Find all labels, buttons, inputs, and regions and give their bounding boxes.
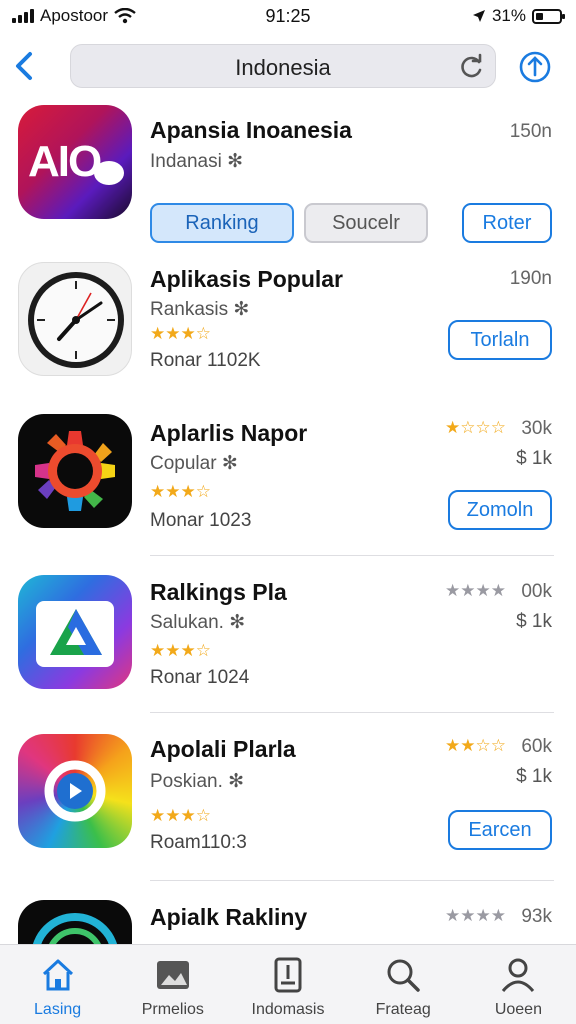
featured-app-subtitle: Indanasi ✻ <box>150 151 244 172</box>
app-row[interactable]: Aplikasis Popular Rankasis ✻ ★★★☆ Ronar … <box>0 260 576 390</box>
search-chip[interactable]: Soucelr <box>304 203 428 243</box>
app-row[interactable]: Ralkings Pla Salukan. ✻ ★★★☆ Ronar 1024 … <box>0 575 576 705</box>
search-query: Indonesia <box>235 55 331 80</box>
app-rating-stars: ★★☆☆ <box>445 736 506 755</box>
app-name: Ralkings Pla <box>150 579 287 605</box>
app-action-button[interactable]: Zomoln <box>448 490 552 530</box>
app-name: Apolali Plarla <box>150 736 296 762</box>
nav-bar: Indonesia <box>0 40 576 94</box>
status-right: 31% <box>472 6 565 26</box>
reload-icon[interactable] <box>457 53 485 81</box>
row-divider <box>150 712 554 713</box>
app-stars: ★★★☆ <box>150 806 211 825</box>
app-row[interactable]: Aplarlis Napor Copular ✻ ★★★☆ Monar 1023… <box>0 414 576 554</box>
color-gear-icon <box>18 414 132 528</box>
photo-icon <box>156 961 189 989</box>
filter-chip[interactable]: Roter <box>462 203 552 243</box>
swirl-icon <box>18 900 132 945</box>
app-stars: ★★★☆ <box>150 482 211 501</box>
tab-bar: Lasing Prmelios Indomasis Frateag Uoeen <box>0 944 576 1024</box>
app-subtitle: Rankasis ✻ <box>150 299 250 320</box>
app-rating-stars: ★★★★ <box>445 906 506 925</box>
app-name: Aplikasis Popular <box>150 266 344 292</box>
ranking-chip[interactable]: Ranking <box>150 203 294 243</box>
app-stars: ★★★☆ <box>150 324 211 343</box>
app-name: Apialk Rakliny <box>150 904 308 930</box>
battery-percent: 31% <box>491 6 526 25</box>
tab-documents[interactable]: Indomasis <box>230 945 345 1024</box>
chevron-left-icon <box>16 52 32 80</box>
featured-app-row[interactable]: AIO Apansia Inoanesia Indanasi ✻ 150n Ra… <box>0 105 576 255</box>
app-icon-blob <box>94 161 124 185</box>
tab-label: Uoeen <box>494 1001 542 1018</box>
app-icon-aio: AIO <box>18 105 132 219</box>
status-bar: Apostoor 91:25 31% <box>0 0 576 34</box>
app-subtitle: Copular ✻ <box>150 453 238 474</box>
app-count: 93k <box>521 906 552 927</box>
clock-icon <box>18 262 132 376</box>
tab-search[interactable]: Frateag <box>346 945 461 1024</box>
tab-label: Frateag <box>375 1001 431 1018</box>
row-divider <box>150 555 554 556</box>
tab-label: Lasing <box>34 1001 82 1018</box>
app-name: Aplarlis Napor <box>150 420 308 446</box>
back-button[interactable] <box>10 48 40 84</box>
rainbow-icon <box>18 734 132 848</box>
document-icon <box>274 957 302 993</box>
triangle-icon <box>18 575 132 689</box>
app-subtitle: Poskian. ✻ <box>150 771 245 792</box>
share-icon[interactable] <box>518 50 552 84</box>
app-list: AIO Apansia Inoanesia Indanasi ✻ 150n Ra… <box>0 100 576 945</box>
row-divider <box>150 880 554 881</box>
tab-label: Prmelios <box>141 1001 204 1018</box>
app-rating-stars: ★☆☆☆ <box>445 418 506 437</box>
app-rating-stars: ★★★★ <box>445 581 506 600</box>
location-arrow-icon <box>472 10 485 22</box>
app-price: $ 1k <box>516 766 552 787</box>
person-icon <box>502 958 535 992</box>
app-stars: ★★★☆ <box>150 641 211 660</box>
app-meta: Ronar 1024 <box>150 667 250 688</box>
app-meta: Ronar 1102K <box>150 350 261 371</box>
featured-app-name: Apansia Inoanesia <box>150 117 352 143</box>
app-action-button[interactable]: Torlaln <box>448 320 552 360</box>
tab-profile[interactable]: Uoeen <box>461 945 576 1024</box>
app-count: 00k <box>521 581 552 602</box>
home-icon <box>42 959 73 991</box>
app-count: 60k <box>521 736 552 757</box>
app-icon-text: AIO <box>28 137 102 186</box>
battery-icon <box>532 8 565 24</box>
app-count: 30k <box>521 418 552 439</box>
app-meta: Monar 1023 <box>150 510 252 531</box>
app-meta: Roam110:3 <box>150 832 247 853</box>
tab-photos[interactable]: Prmelios <box>115 945 230 1024</box>
app-action-button[interactable]: Earcen <box>448 810 552 850</box>
featured-app-count: 150n <box>509 121 552 142</box>
search-icon <box>387 959 420 992</box>
tab-home[interactable]: Lasing <box>0 945 115 1024</box>
tab-label: Indomasis <box>251 1001 325 1018</box>
battery-fill <box>536 12 543 20</box>
app-subtitle: Salukan. ✻ <box>150 612 246 633</box>
app-row[interactable]: Apialk Rakliny ★★★★ 93k <box>0 900 576 945</box>
app-price: $ 1k <box>516 448 552 469</box>
app-row[interactable]: Apolali Plarla Poskian. ✻ ★★★☆ Roam110:3… <box>0 734 576 864</box>
app-price: $ 1k <box>516 611 552 632</box>
app-count: 190n <box>509 268 552 289</box>
search-bar[interactable]: Indonesia <box>70 44 496 88</box>
